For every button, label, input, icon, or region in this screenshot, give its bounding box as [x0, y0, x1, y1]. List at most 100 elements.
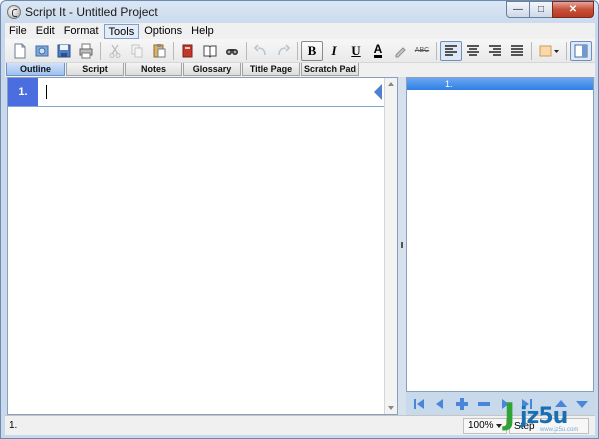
paste-icon [153, 43, 166, 57]
title-bar: Script It - Untitled Project — □ ✕ [1, 1, 598, 23]
index-selected-item[interactable]: 1. [407, 78, 593, 90]
outline-row[interactable]: 1. [8, 78, 384, 107]
justify-icon [511, 44, 523, 56]
align-right-icon [489, 44, 501, 56]
menu-format[interactable]: Format [60, 24, 103, 39]
redo-button[interactable] [272, 41, 294, 61]
underline-button[interactable]: U [345, 41, 367, 61]
menu-tools[interactable]: Tools [103, 23, 140, 39]
app-window: Script It - Untitled Project — □ ✕ File … [0, 0, 599, 439]
watermark-j: J [504, 397, 516, 432]
watermark-text: jz5u [520, 404, 568, 429]
undo-icon [253, 43, 266, 55]
maximize-button[interactable]: □ [529, 1, 553, 18]
minimize-button[interactable]: — [506, 1, 530, 18]
strikethrough-icon: ABC [414, 47, 430, 54]
background-color-button[interactable] [535, 41, 563, 61]
print-button[interactable] [75, 41, 97, 61]
chevron-down-icon [496, 423, 502, 428]
close-button[interactable]: ✕ [552, 1, 594, 18]
open-button[interactable] [31, 41, 53, 61]
menu-options[interactable]: Options [140, 24, 186, 39]
font-color-button[interactable]: A [367, 41, 389, 61]
print-icon [79, 43, 93, 58]
index-pane: 1. [406, 77, 594, 392]
outline-pane: 1. [7, 77, 398, 415]
collapse-arrow-icon[interactable] [374, 84, 382, 100]
zoom-value: 100% [468, 420, 494, 431]
redo-icon [278, 43, 291, 55]
outline-scrollbar[interactable] [384, 78, 397, 414]
align-center-icon [467, 44, 479, 56]
bold-button[interactable]: B [301, 40, 323, 61]
toolbar-separator [436, 41, 437, 60]
save-button[interactable] [53, 41, 75, 61]
toolbar-separator [173, 41, 174, 60]
tab-scratch-pad[interactable]: Scratch Pad [301, 63, 359, 76]
add-button[interactable] [452, 395, 472, 413]
tab-script[interactable]: Script [66, 63, 124, 76]
cut-icon [109, 44, 121, 58]
align-center-button[interactable] [462, 41, 484, 61]
tab-title-page[interactable]: Title Page [242, 63, 300, 76]
panel-toggle-icon [574, 44, 588, 57]
font-color-icon: A [373, 42, 383, 58]
menu-edit[interactable]: Edit [32, 24, 59, 39]
scroll-down-icon[interactable] [388, 406, 394, 410]
status-position: 1. [9, 419, 18, 431]
open-icon [35, 45, 49, 56]
menu-file[interactable]: File [5, 24, 31, 39]
spellcheck-button[interactable] [177, 41, 199, 61]
pane-splitter[interactable] [398, 77, 406, 415]
toolbar-separator [531, 41, 532, 60]
italic-button[interactable]: I [323, 41, 345, 61]
scroll-up-icon[interactable] [388, 82, 394, 86]
find-button[interactable] [221, 41, 243, 61]
splitter-grip-icon [401, 242, 403, 248]
align-left-button[interactable] [440, 40, 462, 61]
previous-icon [436, 399, 444, 409]
toolbar-separator [297, 41, 298, 60]
watermark-logo: J jz5u www.jz5u.com [504, 400, 592, 434]
panel-toggle-button[interactable] [570, 40, 592, 61]
toolbar: B I U A ABC [5, 39, 595, 63]
highlight-icon [395, 46, 406, 57]
zoom-select[interactable]: 100% [463, 417, 507, 434]
toolbar-separator [100, 41, 101, 60]
find-icon [226, 48, 238, 55]
menu-bar: File Edit Format Tools Options Help [5, 23, 595, 39]
copy-icon [131, 44, 143, 57]
new-document-icon [14, 43, 26, 58]
align-right-button[interactable] [484, 41, 506, 61]
cut-button[interactable] [104, 41, 126, 61]
tab-notes[interactable]: Notes [125, 63, 182, 76]
tab-outline[interactable]: Outline [6, 63, 65, 76]
undo-button[interactable] [250, 41, 272, 61]
align-left-icon [445, 44, 457, 56]
underline-icon: U [351, 42, 361, 58]
italic-icon: I [331, 42, 337, 58]
paste-button[interactable] [148, 41, 170, 61]
first-button[interactable] [409, 395, 429, 413]
book-button[interactable] [199, 41, 221, 61]
add-icon [456, 398, 469, 410]
outline-text-input[interactable] [40, 80, 370, 104]
save-icon [57, 44, 71, 57]
remove-button[interactable] [474, 395, 494, 413]
highlight-button[interactable] [389, 41, 411, 61]
menu-help[interactable]: Help [187, 24, 218, 39]
app-logo-icon [7, 5, 21, 19]
copy-button[interactable] [126, 41, 148, 61]
text-caret [46, 84, 47, 99]
strikethrough-button[interactable]: ABC [411, 41, 433, 61]
book-icon [203, 45, 217, 58]
new-document-button[interactable] [9, 41, 31, 61]
first-icon [413, 399, 424, 409]
window-controls: — □ ✕ [506, 1, 594, 18]
background-color-icon [539, 45, 559, 56]
previous-button[interactable] [431, 395, 451, 413]
bold-icon: B [307, 42, 317, 58]
justify-button[interactable] [506, 41, 528, 61]
tab-glossary[interactable]: Glossary [183, 63, 241, 76]
toolbar-separator [566, 41, 567, 60]
